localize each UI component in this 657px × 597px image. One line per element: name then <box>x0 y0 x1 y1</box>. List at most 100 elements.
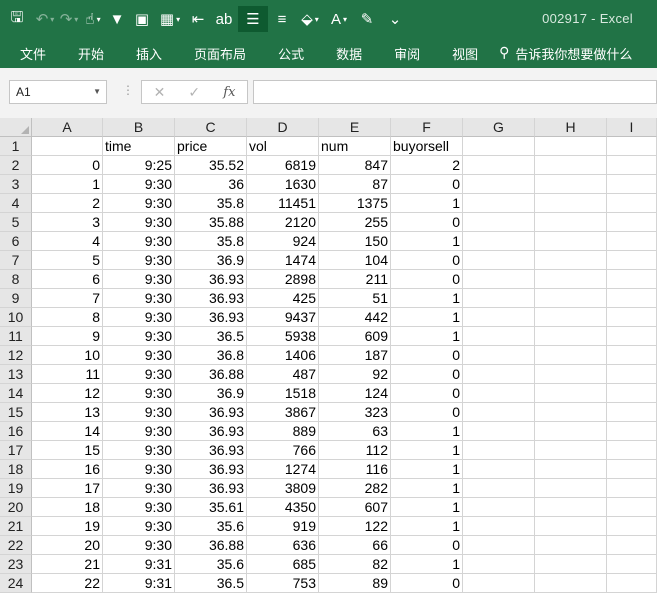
cell[interactable] <box>607 574 657 593</box>
cell[interactable] <box>463 308 535 327</box>
cell[interactable] <box>535 346 607 365</box>
header-cell[interactable]: buyorsell <box>391 137 463 156</box>
row-header[interactable]: 18 <box>0 460 32 479</box>
cell[interactable]: 36.9 <box>175 384 247 403</box>
row-header[interactable]: 6 <box>0 232 32 251</box>
redo-icon[interactable]: ↷ ▾ <box>58 6 80 32</box>
cell[interactable]: 0 <box>391 251 463 270</box>
row-header[interactable]: 3 <box>0 175 32 194</box>
cell[interactable]: 442 <box>319 308 391 327</box>
column-header-c[interactable]: C <box>175 118 247 137</box>
cell[interactable] <box>607 251 657 270</box>
cell[interactable] <box>607 156 657 175</box>
cell[interactable]: 609 <box>319 327 391 346</box>
cell[interactable]: 211 <box>319 270 391 289</box>
font-color-icon[interactable]: A ▾ <box>326 6 352 32</box>
cell[interactable]: 92 <box>319 365 391 384</box>
cell[interactable]: 9:30 <box>103 384 175 403</box>
column-header-b[interactable]: B <box>103 118 175 137</box>
cell[interactable] <box>607 232 657 251</box>
cell[interactable]: 9:30 <box>103 479 175 498</box>
cell[interactable] <box>607 403 657 422</box>
cell[interactable] <box>607 175 657 194</box>
cell[interactable]: 0 <box>391 536 463 555</box>
cell[interactable]: 0 <box>391 384 463 403</box>
cell[interactable]: 1 <box>391 232 463 251</box>
cell[interactable]: 9:30 <box>103 194 175 213</box>
ribbon-tab-6[interactable]: 审阅 <box>375 44 433 63</box>
cell[interactable]: 3809 <box>247 479 319 498</box>
cell[interactable]: 9:30 <box>103 536 175 555</box>
cell[interactable]: 425 <box>247 289 319 308</box>
cell[interactable]: 20 <box>32 536 103 555</box>
header-cell[interactable]: time <box>103 137 175 156</box>
row-header[interactable]: 4 <box>0 194 32 213</box>
cell[interactable]: 10 <box>32 346 103 365</box>
cell[interactable] <box>607 536 657 555</box>
header-cell[interactable]: vol <box>247 137 319 156</box>
cell[interactable]: 487 <box>247 365 319 384</box>
enter-icon[interactable]: ✓ <box>188 84 200 101</box>
cell[interactable]: 35.88 <box>175 213 247 232</box>
cell[interactable]: 9:30 <box>103 346 175 365</box>
cell[interactable]: 9:30 <box>103 498 175 517</box>
cell[interactable]: 4350 <box>247 498 319 517</box>
header-cell[interactable]: price <box>175 137 247 156</box>
row-header[interactable]: 22 <box>0 536 32 555</box>
chevron-down-icon[interactable]: ▾ <box>50 15 54 24</box>
cell[interactable]: 35.8 <box>175 232 247 251</box>
cell[interactable] <box>607 327 657 346</box>
column-header-i[interactable]: I <box>607 118 657 137</box>
chevron-down-icon[interactable]: ▼ <box>93 81 101 103</box>
cell[interactable]: 0 <box>391 213 463 232</box>
row-header[interactable]: 13 <box>0 365 32 384</box>
cell[interactable]: 9 <box>32 327 103 346</box>
save-icon[interactable]: 🖫 <box>2 6 32 32</box>
align-center-icon[interactable]: ≡ <box>270 6 294 32</box>
cell[interactable]: 4 <box>32 232 103 251</box>
cell[interactable] <box>535 517 607 536</box>
row-header[interactable]: 10 <box>0 308 32 327</box>
cell[interactable]: 0 <box>391 346 463 365</box>
row-header[interactable]: 5 <box>0 213 32 232</box>
row-header[interactable]: 1 <box>0 137 32 156</box>
cell[interactable]: 16 <box>32 460 103 479</box>
cell[interactable]: 17 <box>32 479 103 498</box>
cell[interactable] <box>535 498 607 517</box>
row-header[interactable]: 9 <box>0 289 32 308</box>
cell[interactable]: 9:30 <box>103 308 175 327</box>
customize-qat-icon[interactable]: ⌄ <box>382 6 408 32</box>
cell[interactable] <box>607 270 657 289</box>
cell[interactable] <box>463 517 535 536</box>
row-header[interactable]: 23 <box>0 555 32 574</box>
cell[interactable]: 11451 <box>247 194 319 213</box>
chevron-down-icon[interactable]: ▾ <box>315 15 319 24</box>
table-format-icon[interactable]: ▦ ▾ <box>156 6 184 32</box>
cell[interactable] <box>607 479 657 498</box>
ribbon-tab-3[interactable]: 页面布局 <box>175 44 259 63</box>
cell[interactable] <box>463 498 535 517</box>
cell[interactable]: 1518 <box>247 384 319 403</box>
cell[interactable] <box>463 232 535 251</box>
cell[interactable] <box>463 251 535 270</box>
cell[interactable]: 685 <box>247 555 319 574</box>
cell[interactable] <box>607 194 657 213</box>
cell[interactable] <box>607 346 657 365</box>
cell[interactable]: 112 <box>319 441 391 460</box>
cell[interactable]: 9:30 <box>103 441 175 460</box>
row-header[interactable]: 7 <box>0 251 32 270</box>
row-header[interactable]: 24 <box>0 574 32 593</box>
cell[interactable]: 9:30 <box>103 289 175 308</box>
cell[interactable]: 36.8 <box>175 346 247 365</box>
cell[interactable]: 753 <box>247 574 319 593</box>
cell[interactable]: 2 <box>32 194 103 213</box>
cell[interactable] <box>463 422 535 441</box>
cell[interactable] <box>607 289 657 308</box>
cell[interactable]: 9:30 <box>103 517 175 536</box>
cell[interactable]: 2120 <box>247 213 319 232</box>
cell[interactable] <box>607 498 657 517</box>
cell[interactable]: 3867 <box>247 403 319 422</box>
indent-icon[interactable]: ⇤ <box>186 6 210 32</box>
align-middle-icon[interactable]: ☰ <box>238 6 268 32</box>
cell[interactable] <box>607 517 657 536</box>
